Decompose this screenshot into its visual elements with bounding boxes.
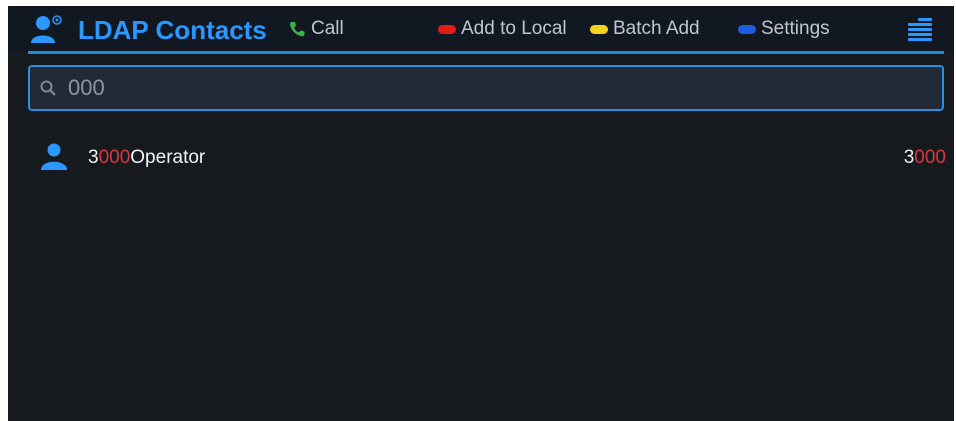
number-match-highlight: 000 [914, 147, 946, 168]
add-to-local-label: Add to Local [461, 18, 567, 39]
number-prefix: 3 [903, 147, 915, 168]
name-suffix: Operator [130, 147, 206, 168]
header-bar: LDAP Contacts Call Add to Local Batch Ad… [8, 6, 954, 52]
ldap-contacts-screen: LDAP Contacts Call Add to Local Batch Ad… [8, 6, 954, 421]
ldap-contacts-icon [31, 15, 62, 43]
contact-icon [41, 143, 67, 170]
name-match-highlight: 000 [98, 147, 131, 168]
call-label: Call [311, 18, 344, 39]
yellow-key-icon [590, 24, 608, 34]
phone-icon [289, 22, 305, 37]
blue-key-icon [738, 24, 756, 34]
call-softkey[interactable]: Call [288, 18, 344, 40]
contact-row[interactable]: 3000Operator 3000 [28, 140, 946, 176]
search-icon [40, 80, 56, 96]
search-box[interactable] [28, 65, 944, 111]
batch-add-softkey[interactable]: Batch Add [590, 18, 700, 40]
contact-name: 3000Operator [88, 147, 205, 169]
contact-number: 3000 [904, 147, 946, 169]
settings-label: Settings [761, 18, 830, 39]
batch-add-label: Batch Add [613, 18, 700, 39]
name-prefix: 3 [88, 147, 99, 168]
search-input[interactable] [68, 73, 928, 103]
settings-softkey[interactable]: Settings [738, 18, 830, 40]
red-key-icon [438, 24, 456, 34]
header-divider [28, 51, 944, 54]
menu-icon[interactable] [908, 18, 932, 41]
add-to-local-softkey[interactable]: Add to Local [438, 18, 567, 40]
page-title: LDAP Contacts [78, 15, 267, 45]
